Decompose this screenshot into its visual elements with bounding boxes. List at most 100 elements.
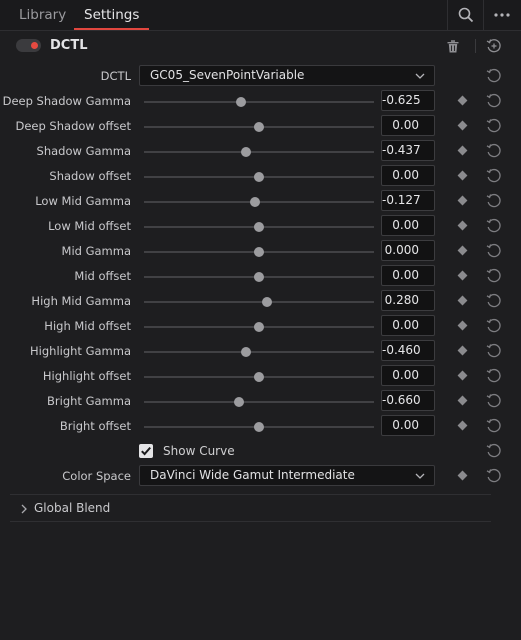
keyframe-icon[interactable]: [457, 95, 468, 106]
parameter-slider[interactable]: [144, 347, 374, 357]
reset-icon[interactable]: [485, 417, 503, 435]
color-space-select[interactable]: DaVinci Wide Gamut Intermediate: [139, 465, 435, 486]
keyframe-icon[interactable]: [457, 395, 468, 406]
slider-handle[interactable]: [254, 422, 264, 432]
slider-handle[interactable]: [240, 347, 251, 357]
delete-effect-button[interactable]: [443, 36, 463, 56]
keyframe-icon[interactable]: [457, 470, 468, 481]
reset-icon[interactable]: [485, 367, 503, 385]
parameter-slider[interactable]: [144, 397, 374, 407]
top-tab-bar: Library Settings: [0, 0, 521, 31]
keyframe-icon[interactable]: [457, 245, 468, 256]
parameter-value-field[interactable]: 0.00: [381, 115, 435, 136]
keyframe-icon[interactable]: [457, 220, 468, 231]
dctl-label: DCTL: [100, 69, 131, 83]
parameter-value-field[interactable]: 0.00: [381, 215, 435, 236]
parameter-value-field[interactable]: 0.00: [381, 265, 435, 286]
parameter-value-field[interactable]: 0.280: [381, 290, 435, 311]
slider-handle[interactable]: [254, 122, 264, 132]
reset-icon[interactable]: [485, 217, 503, 235]
slider-handle[interactable]: [234, 397, 245, 407]
reset-icon[interactable]: [485, 442, 503, 460]
parameter-value-field[interactable]: 0.00: [381, 365, 435, 386]
parameter-value-field[interactable]: -0.660: [381, 390, 435, 411]
parameter-row: Shadow Gamma -0.437: [0, 139, 521, 164]
keyframe-icon[interactable]: [457, 420, 468, 431]
slider-handle[interactable]: [254, 247, 264, 257]
parameter-value-field[interactable]: -0.437: [381, 140, 435, 161]
parameter-slider[interactable]: [144, 197, 374, 207]
chevron-down-icon: [415, 473, 425, 479]
slider-handle[interactable]: [235, 97, 246, 107]
parameter-slider[interactable]: [144, 247, 374, 257]
reset-icon[interactable]: [485, 392, 503, 410]
keyframe-icon[interactable]: [457, 295, 468, 306]
search-button[interactable]: [448, 0, 484, 30]
reset-icon[interactable]: [485, 342, 503, 360]
slider-handle[interactable]: [254, 372, 264, 382]
keyframe-icon[interactable]: [457, 270, 468, 281]
parameter-slider[interactable]: [144, 422, 374, 432]
parameter-slider[interactable]: [144, 222, 374, 232]
keyframe-icon[interactable]: [457, 370, 468, 381]
slider-handle[interactable]: [262, 297, 273, 307]
reset-icon[interactable]: [485, 267, 503, 285]
global-blend-section[interactable]: Global Blend: [0, 497, 521, 521]
reset-icon[interactable]: [485, 142, 503, 160]
parameter-row: Deep Shadow Gamma -0.625: [0, 89, 521, 114]
tab-settings-label: Settings: [84, 7, 140, 23]
parameter-value-field[interactable]: 0.00: [381, 165, 435, 186]
slider-handle[interactable]: [254, 322, 264, 332]
parameter-value-field[interactable]: -0.127: [381, 190, 435, 211]
parameter-value-field[interactable]: 0.00: [381, 415, 435, 436]
parameter-slider[interactable]: [144, 297, 374, 307]
reset-effect-button[interactable]: [484, 36, 504, 56]
parameter-value-field[interactable]: -0.625: [381, 90, 435, 111]
divider: [10, 521, 491, 522]
reset-icon[interactable]: [485, 317, 503, 335]
slider-handle[interactable]: [254, 272, 264, 282]
slider-handle[interactable]: [241, 147, 252, 157]
parameter-row: High Mid Gamma 0.280: [0, 289, 521, 314]
reset-icon[interactable]: [485, 67, 503, 85]
parameter-slider[interactable]: [144, 322, 374, 332]
effect-enable-toggle[interactable]: [16, 39, 41, 52]
dctl-select[interactable]: GC05_SevenPointVariable: [139, 65, 435, 86]
more-options-button[interactable]: [484, 0, 520, 30]
parameter-row: Mid Gamma 0.000: [0, 239, 521, 264]
reset-icon[interactable]: [485, 192, 503, 210]
parameter-value-field[interactable]: -0.460: [381, 340, 435, 361]
reset-icon[interactable]: [485, 467, 503, 485]
parameter-label: High Mid Gamma: [31, 294, 131, 308]
parameter-slider[interactable]: [144, 147, 374, 157]
color-space-label: Color Space: [62, 469, 131, 483]
keyframe-icon[interactable]: [457, 345, 468, 356]
reset-icon[interactable]: [485, 242, 503, 260]
parameter-slider[interactable]: [144, 372, 374, 382]
parameter-slider[interactable]: [144, 172, 374, 182]
parameter-slider[interactable]: [144, 97, 374, 107]
parameter-slider[interactable]: [144, 122, 374, 132]
tab-settings[interactable]: Settings: [74, 0, 150, 30]
slider-handle[interactable]: [254, 222, 264, 232]
parameter-row: Mid offset 0.00: [0, 264, 521, 289]
parameter-label: Low Mid Gamma: [35, 194, 131, 208]
slider-handle[interactable]: [254, 172, 264, 182]
keyframe-icon[interactable]: [457, 145, 468, 156]
parameter-value-field[interactable]: 0.00: [381, 315, 435, 336]
reset-icon[interactable]: [485, 292, 503, 310]
tab-library[interactable]: Library: [19, 0, 66, 29]
reset-icon[interactable]: [485, 92, 503, 110]
parameter-slider[interactable]: [144, 272, 374, 282]
reset-icon[interactable]: [485, 117, 503, 135]
dctl-select-value: GC05_SevenPointVariable: [150, 68, 305, 82]
keyframe-icon[interactable]: [457, 320, 468, 331]
slider-handle[interactable]: [249, 197, 260, 207]
keyframe-icon[interactable]: [457, 195, 468, 206]
reset-icon[interactable]: [485, 167, 503, 185]
parameter-label: Shadow offset: [49, 169, 131, 183]
show-curve-checkbox[interactable]: [139, 444, 153, 458]
parameter-value-field[interactable]: 0.000: [381, 240, 435, 261]
keyframe-icon[interactable]: [457, 120, 468, 131]
keyframe-icon[interactable]: [457, 170, 468, 181]
